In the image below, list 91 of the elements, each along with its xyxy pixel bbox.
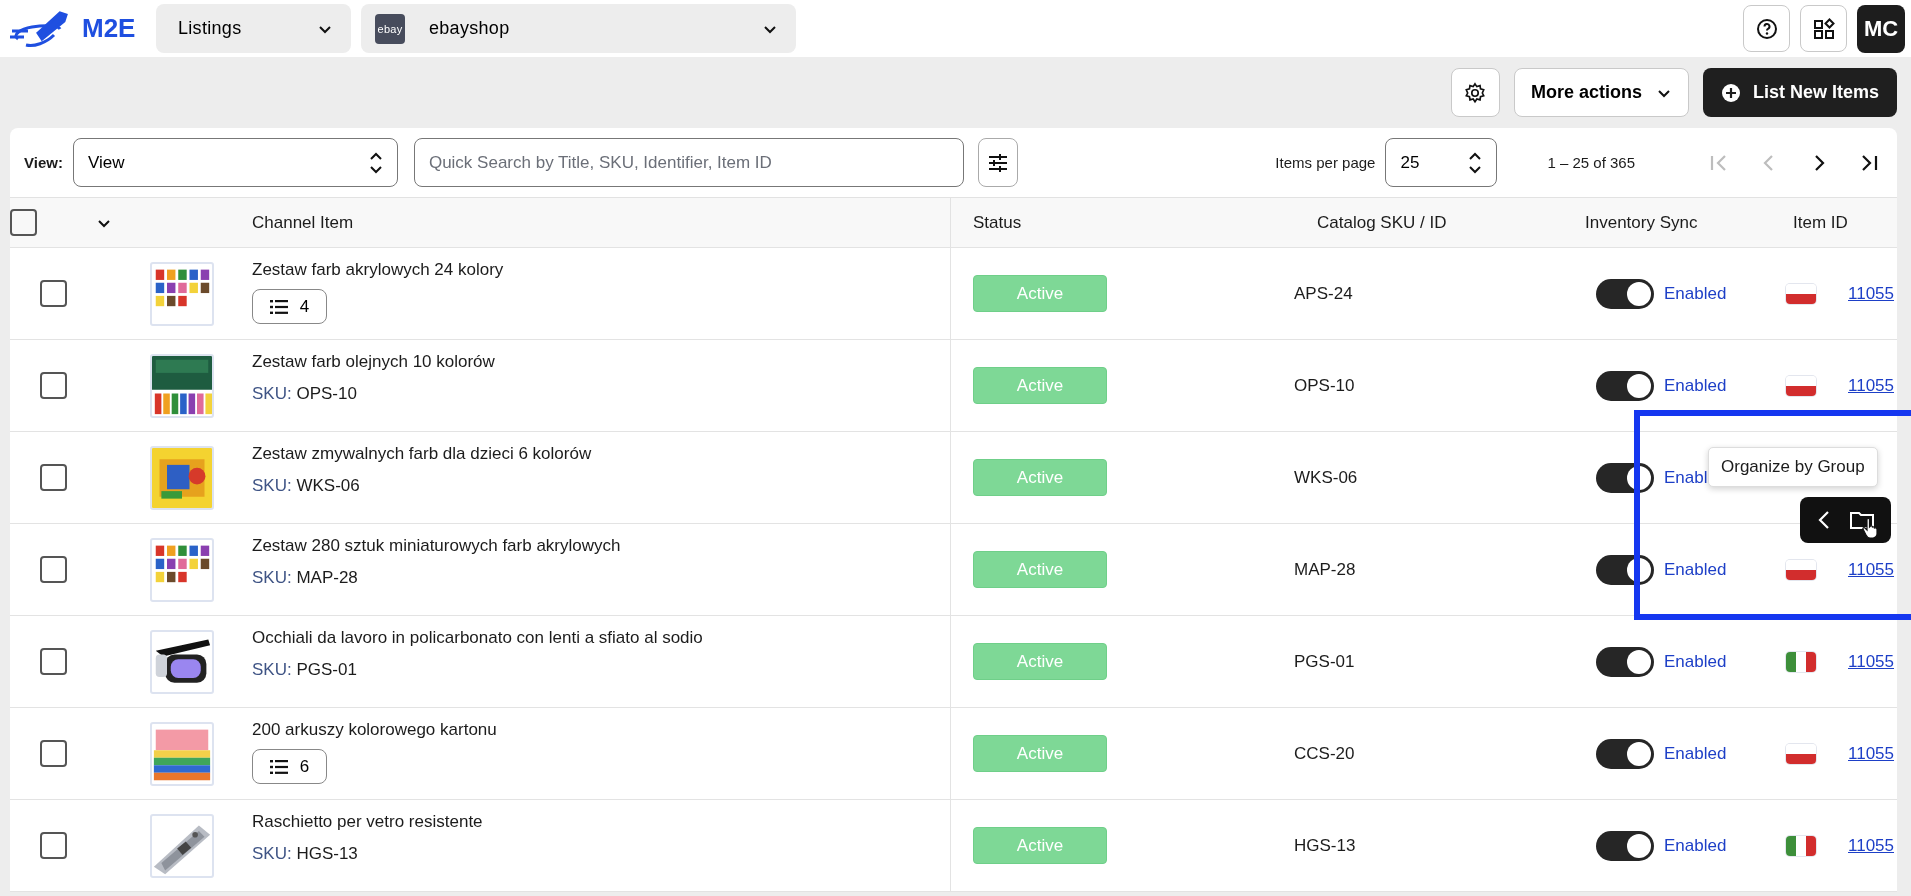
column-header: Channel Item xyxy=(252,212,354,233)
plus-circle-icon xyxy=(1720,82,1741,103)
items-per-page-select[interactable]: 25 xyxy=(1385,138,1498,187)
catalog-sku: APS-24 xyxy=(1294,283,1353,304)
toggle-switch[interactable] xyxy=(1596,830,1654,861)
marketplace-logo: ebay xyxy=(375,13,405,44)
account-select[interactable]: ebay ebayshop xyxy=(361,4,796,53)
toggle-switch[interactable] xyxy=(1596,738,1654,769)
list-new-items-button[interactable]: List New Items xyxy=(1702,68,1897,117)
sku-text: SKU: OPS-10 xyxy=(252,384,357,404)
more-actions-button[interactable]: More actions xyxy=(1513,68,1689,117)
variations-button[interactable]: 4 xyxy=(252,289,327,324)
catalog-sku: HGS-13 xyxy=(1294,835,1356,856)
search-field[interactable]: Quick Search by Title, SKU, Identifier, Item ID xyxy=(413,138,964,187)
checkbox[interactable] xyxy=(40,832,67,859)
item-id-link[interactable]: 11055 xyxy=(1848,651,1894,672)
sku-text: SKU: PGS-01 xyxy=(252,660,357,680)
checkbox[interactable] xyxy=(40,372,67,399)
apps-button[interactable] xyxy=(1800,5,1847,52)
catalog-sku: MAP-28 xyxy=(1294,559,1356,580)
sync-status-link[interactable]: Enabled xyxy=(1664,283,1727,304)
chevron-left-icon[interactable] xyxy=(1817,510,1832,530)
product-title: 200 arkuszy kolorowego kartonu xyxy=(252,720,497,740)
product-title: Raschietto per vetro resistente xyxy=(252,812,483,832)
product-title: Zestaw zmywalnych farb dla dzieci 6 kolorów xyxy=(252,444,592,464)
folder-icon[interactable] xyxy=(1849,511,1874,529)
sync-status-link[interactable]: Enabled xyxy=(1664,559,1727,580)
status-badge: Active xyxy=(973,275,1107,312)
toggle-switch[interactable] xyxy=(1596,370,1654,401)
item-id-link[interactable]: 11055 xyxy=(1848,835,1894,856)
sku-text: SKU: HGS-13 xyxy=(252,844,358,864)
product-title: Zestaw farb olejnych 10 kolorów xyxy=(252,352,495,372)
column-header: Item ID xyxy=(1793,212,1848,233)
up-down-chevron-icon xyxy=(1468,151,1483,174)
item-id-link[interactable]: 11055 xyxy=(1848,375,1894,396)
checkbox[interactable] xyxy=(40,556,67,583)
sliders-icon xyxy=(987,153,1008,172)
sync-status-link[interactable]: Enabled xyxy=(1664,375,1727,396)
tooltip: Organize by Group xyxy=(1708,447,1878,487)
product-title: Zestaw 280 sztuk miniaturowych farb akrylowych xyxy=(252,536,621,556)
variations-button[interactable]: 6 xyxy=(252,749,327,784)
sync-status-link[interactable]: Enabled xyxy=(1664,835,1727,856)
view-select[interactable]: View xyxy=(72,138,398,187)
product-title: Occhiali da lavoro in policarbonato con lenti a sfiato al sodio xyxy=(252,628,703,648)
checkbox[interactable] xyxy=(40,740,67,767)
catalog-sku: OPS-10 xyxy=(1294,375,1355,396)
status-badge: Active xyxy=(973,735,1107,772)
hand-cursor-icon xyxy=(1862,517,1880,539)
toggle-switch[interactable] xyxy=(1596,462,1654,493)
status-badge: Active xyxy=(973,551,1107,588)
column-header: Catalog SKU / ID xyxy=(1317,212,1447,233)
settings-button[interactable] xyxy=(1450,68,1500,117)
sku-text: SKU: MAP-28 xyxy=(252,568,358,588)
list-icon xyxy=(269,759,288,774)
checkbox[interactable] xyxy=(10,209,37,236)
section-select[interactable]: Listings xyxy=(156,4,351,53)
settings-icon xyxy=(1464,81,1487,104)
checkbox[interactable] xyxy=(40,648,67,675)
apps-icon xyxy=(1812,17,1835,40)
user-avatar[interactable]: MC xyxy=(1857,4,1905,53)
product-title: Zestaw farb akrylowych 24 kolory xyxy=(252,260,504,280)
column-header: Status xyxy=(973,212,1022,233)
view-label: View: xyxy=(24,154,63,171)
filter-button[interactable] xyxy=(977,138,1018,187)
sync-status-link[interactable]: Enabled xyxy=(1664,651,1727,672)
status-badge: Active xyxy=(973,643,1107,680)
checkbox[interactable] xyxy=(40,464,67,491)
toggle-switch[interactable] xyxy=(1596,554,1654,585)
status-badge: Active xyxy=(973,459,1107,496)
item-id-link[interactable]: 11055 xyxy=(1848,743,1894,764)
item-id-link[interactable]: 11055 xyxy=(1848,283,1894,304)
logo-text: M2E xyxy=(82,13,136,44)
sync-status-link[interactable]: Enabled xyxy=(1664,743,1727,764)
page-range: 1 – 25 of 365 xyxy=(1547,154,1635,171)
catalog-sku: WKS-06 xyxy=(1294,467,1358,488)
help-button[interactable] xyxy=(1743,5,1790,52)
item-id-link[interactable]: 11055 xyxy=(1848,559,1894,580)
sync-status-link[interactable]: Enabl xyxy=(1664,467,1708,488)
status-badge: Active xyxy=(973,827,1107,864)
status-badge: Active xyxy=(973,367,1107,404)
list-icon xyxy=(269,299,288,314)
items-per-page-label: Items per page xyxy=(1275,154,1376,171)
catalog-sku: PGS-01 xyxy=(1294,651,1355,672)
column-header: Inventory Sync xyxy=(1585,212,1698,233)
catalog-sku: CCS-20 xyxy=(1294,743,1355,764)
toggle-switch[interactable] xyxy=(1596,646,1654,677)
sku-text: SKU: WKS-06 xyxy=(252,476,360,496)
up-down-chevron-icon xyxy=(368,151,383,174)
checkbox[interactable] xyxy=(40,280,67,307)
help-icon xyxy=(1755,17,1778,40)
toggle-switch[interactable] xyxy=(1596,278,1654,309)
